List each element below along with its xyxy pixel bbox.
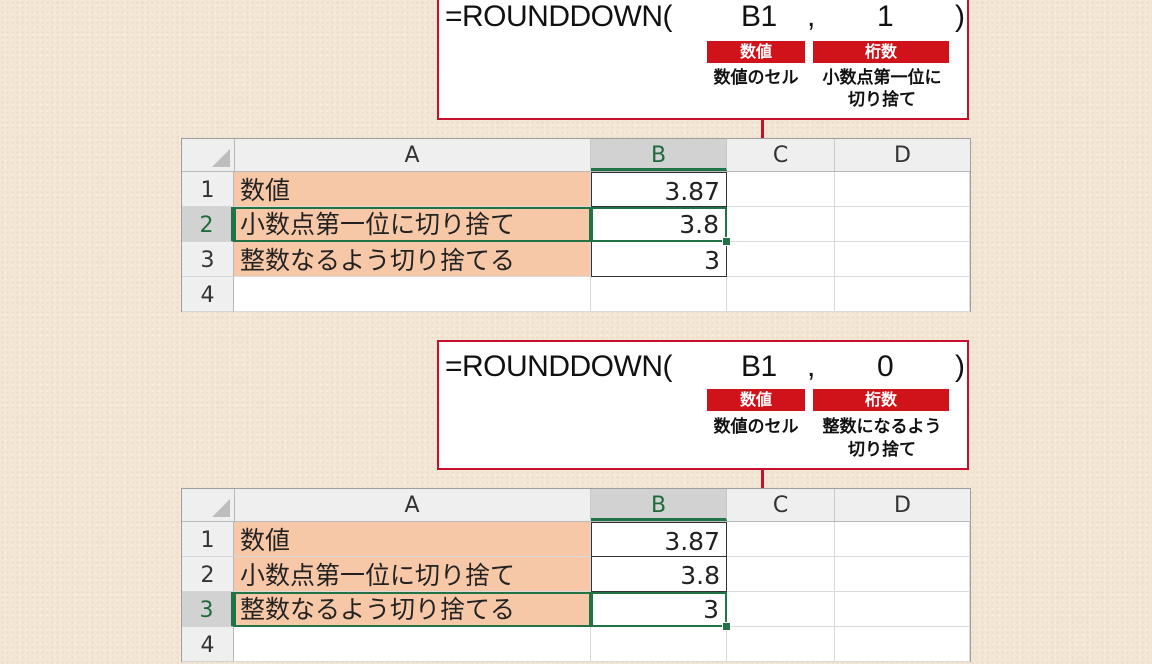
cell-b4[interactable]: [591, 277, 727, 312]
cell-c3[interactable]: [727, 242, 835, 277]
cell-c4[interactable]: [727, 277, 835, 312]
tag-number: 数値: [707, 389, 805, 411]
cell-c2[interactable]: [727, 207, 835, 242]
desc-digits-line1: 整数になるよう: [822, 417, 942, 437]
cell-c3[interactable]: [727, 592, 835, 627]
column-header-d[interactable]: D: [835, 489, 970, 521]
cell-a3[interactable]: 整数なるよう切り捨てる: [234, 242, 591, 277]
cell-b4[interactable]: [591, 627, 727, 662]
row-header-4[interactable]: 4: [182, 627, 234, 662]
cell-d4[interactable]: [835, 627, 970, 662]
cell-d1[interactable]: [835, 172, 970, 207]
tag-number: 数値: [707, 41, 805, 63]
cell-b1[interactable]: 3.87: [591, 522, 727, 557]
cell-c1[interactable]: [727, 522, 835, 557]
column-header-a[interactable]: A: [234, 139, 591, 171]
spreadsheet: A B C D 1 数値 3.87 2 小数点第一位に切り捨て 3.8 3 整数…: [181, 488, 971, 662]
tag-digits: 桁数: [813, 389, 949, 411]
desc-number: 数値のセル: [713, 68, 799, 88]
cell-a2[interactable]: 小数点第一位に切り捨て: [234, 207, 591, 242]
cell-a4[interactable]: [234, 627, 591, 662]
cell-a3[interactable]: 整数なるよう切り捨てる: [234, 592, 591, 627]
column-header-b[interactable]: B: [591, 139, 727, 171]
cell-d2[interactable]: [835, 207, 970, 242]
cell-a4[interactable]: [234, 277, 591, 312]
row-header-2[interactable]: 2: [182, 557, 234, 592]
formula-function: =ROUNDDOWN(: [445, 0, 673, 33]
select-all-triangle-icon: [212, 499, 230, 517]
select-all-triangle-icon: [212, 149, 230, 167]
row-header-3[interactable]: 3: [182, 592, 234, 627]
column-header-row: A B C D: [182, 139, 970, 172]
desc-number: 数値のセル: [713, 417, 799, 437]
desc-digits-line2: 切り捨て: [848, 440, 916, 460]
cell-b3[interactable]: 3: [591, 242, 727, 277]
cell-d2[interactable]: [835, 557, 970, 592]
tag-digits: 桁数: [813, 41, 949, 63]
select-all-corner[interactable]: [182, 489, 235, 521]
cell-a1[interactable]: 数値: [234, 172, 591, 207]
formula-arg-number: B1: [741, 350, 777, 383]
column-header-a[interactable]: A: [234, 489, 591, 521]
cell-c4[interactable]: [727, 627, 835, 662]
row-header-3[interactable]: 3: [182, 242, 234, 277]
formula-arg-digits: 0: [877, 350, 894, 383]
spreadsheet: A B C D 1 数値 3.87 2 小数点第一位に切り捨て 3.8 3 整数…: [181, 138, 971, 312]
cell-d4[interactable]: [835, 277, 970, 312]
desc-digits-line1: 小数点第一位に: [822, 68, 942, 88]
formula-box: =ROUNDDOWN( B1 , 0 ) 数値 桁数 数値のセル 整数になるよう…: [437, 340, 969, 470]
column-header-row: A B C D: [182, 489, 970, 522]
cell-a2[interactable]: 小数点第一位に切り捨て: [234, 557, 591, 592]
formula-arg-digits: 1: [877, 0, 894, 33]
cell-d3[interactable]: [835, 242, 970, 277]
column-header-d[interactable]: D: [835, 139, 970, 171]
column-header-c[interactable]: C: [727, 139, 835, 171]
formula-close-paren: ): [955, 350, 965, 383]
select-all-corner[interactable]: [182, 139, 235, 171]
formula-function: =ROUNDDOWN(: [445, 350, 673, 383]
cell-b2-active[interactable]: 3.8: [591, 207, 727, 242]
cell-b1[interactable]: 3.87: [591, 172, 727, 207]
formula-arg-number: B1: [741, 0, 777, 33]
column-header-b[interactable]: B: [591, 489, 727, 521]
formula-comma: ,: [807, 0, 815, 33]
cell-a1[interactable]: 数値: [234, 522, 591, 557]
formula-comma: ,: [807, 350, 815, 383]
row-header-2[interactable]: 2: [182, 207, 234, 242]
row-header-1[interactable]: 1: [182, 522, 234, 557]
cell-d1[interactable]: [835, 522, 970, 557]
row-header-1[interactable]: 1: [182, 172, 234, 207]
cell-c2[interactable]: [727, 557, 835, 592]
fill-handle[interactable]: [722, 237, 731, 246]
cell-b3-active[interactable]: 3: [591, 592, 727, 627]
row-header-4[interactable]: 4: [182, 277, 234, 312]
desc-digits-line2: 切り捨て: [848, 90, 916, 110]
cell-c1[interactable]: [727, 172, 835, 207]
column-header-c[interactable]: C: [727, 489, 835, 521]
formula-close-paren: ): [955, 0, 965, 33]
fill-handle[interactable]: [722, 622, 731, 631]
formula-box: =ROUNDDOWN( B1 , 1 ) 数値 桁数 数値のセル 小数点第一位に…: [437, 0, 969, 120]
cell-b2[interactable]: 3.8: [591, 557, 727, 592]
cell-d3[interactable]: [835, 592, 970, 627]
